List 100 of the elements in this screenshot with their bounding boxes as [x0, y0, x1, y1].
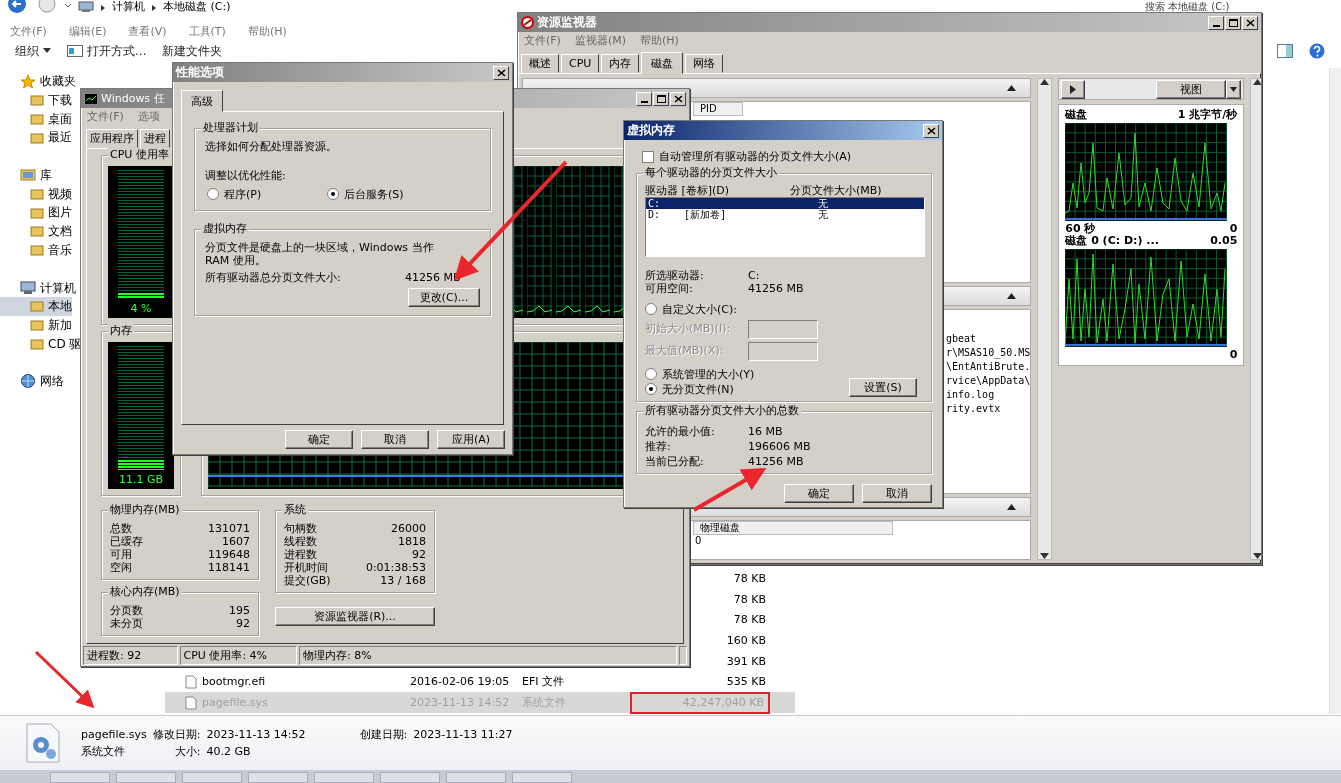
column-header[interactable]: PID	[693, 102, 743, 117]
tab[interactable]: 高级	[181, 90, 223, 113]
sidebar-item[interactable]: 新加	[0, 315, 72, 335]
down-arrow-icon	[1040, 553, 1050, 559]
radio-button[interactable]	[645, 368, 657, 381]
scrollbar[interactable]	[1329, 68, 1341, 714]
sidebar-item[interactable]: 库	[0, 165, 52, 185]
checkbox[interactable]	[642, 150, 654, 163]
tab[interactable]: 磁盘	[641, 52, 684, 75]
minimize-button[interactable]	[1208, 15, 1224, 30]
group-title: 处理器计划	[201, 121, 260, 135]
menu-item[interactable]: 帮助(H)	[247, 25, 287, 39]
sidebar-item[interactable]: 收藏夹	[0, 72, 76, 91]
close-button[interactable]	[923, 123, 939, 138]
file-row[interactable]: bootmgr.efi 2016-02-06 19:05 EFI 文件 535 KB	[165, 671, 795, 693]
sidebar-item[interactable]: 图片	[0, 203, 72, 222]
description: 选择如何分配处理器资源。	[205, 140, 338, 154]
dropdown-button[interactable]	[1226, 79, 1242, 99]
status-text: CPU 使用率: 4%	[179, 646, 297, 665]
file-icon	[185, 695, 197, 710]
radio-button[interactable]	[645, 383, 657, 396]
radio-button[interactable]	[207, 188, 219, 201]
dialog-button[interactable]: 取消	[361, 430, 429, 449]
menu-item[interactable]: 文件(F)	[524, 34, 561, 48]
radio-label: 后台服务(S)	[344, 186, 404, 202]
tab[interactable]: 概述	[521, 54, 559, 74]
dialog-button[interactable]: 取消	[862, 483, 932, 503]
close-button[interactable]	[493, 65, 509, 80]
sidebar-item[interactable]: CD 驱	[0, 334, 82, 354]
system-value: 92	[412, 548, 426, 562]
file-path: gbeat	[946, 332, 977, 347]
maximize-button[interactable]	[1225, 15, 1241, 30]
file-icon	[185, 674, 197, 689]
dialog-button[interactable]: 确定	[285, 430, 353, 449]
toolbar-button[interactable]: 新建文件夹	[161, 41, 224, 62]
sidebar-item[interactable]: 桌面	[0, 109, 72, 129]
menu-item[interactable]: 文件(F)	[87, 110, 124, 124]
sidebar-item[interactable]: 网络	[0, 372, 64, 391]
breadcrumb-item[interactable]: 计算机	[112, 0, 145, 14]
radio-button[interactable]	[645, 303, 657, 316]
drive-row[interactable]: D: [新加卷] 无	[646, 209, 924, 221]
close-icon	[1245, 18, 1255, 27]
toolbar-button[interactable]: 打开方式...	[66, 41, 148, 62]
scrollbar[interactable]	[1250, 78, 1261, 560]
window-title: Windows 任	[101, 91, 165, 106]
tab[interactable]: CPU	[561, 54, 600, 74]
sidebar-item[interactable]: 音乐	[0, 240, 72, 260]
graph-time: 60 秒	[1065, 223, 1096, 236]
sidebar-item[interactable]: 本地	[0, 297, 72, 316]
sidebar-item[interactable]: 下载	[0, 90, 72, 110]
memory-reading: 11.1 GB	[118, 473, 164, 487]
breadcrumb-item[interactable]: 本地磁盘 (C:)	[163, 0, 231, 14]
scrollbar[interactable]	[1037, 78, 1053, 560]
menu-item[interactable]: 帮助(H)	[640, 34, 679, 48]
sidebar-item[interactable]: 最近	[0, 128, 72, 147]
minimize-button[interactable]	[636, 91, 652, 106]
menu-item[interactable]: 工具(T)	[188, 25, 226, 39]
maximize-button[interactable]	[653, 91, 669, 106]
change-button[interactable]: 更改(C)...	[408, 288, 480, 308]
close-button[interactable]	[670, 91, 686, 106]
caret-icon	[1230, 87, 1238, 93]
menu-item[interactable]: 编辑(E)	[68, 25, 107, 39]
settings-button[interactable]: 设置(S)	[849, 377, 917, 397]
menu-item[interactable]: 监视器(M)	[574, 34, 626, 48]
tab[interactable]: 进程	[140, 129, 170, 149]
radio-label: 系统管理的大小(Y)	[662, 366, 755, 382]
tab[interactable]: 内存	[601, 54, 640, 74]
dialog-button[interactable]: 确定	[784, 483, 854, 503]
expand-button[interactable]	[1061, 79, 1086, 99]
sidebar-item[interactable]: 计算机	[0, 278, 76, 298]
file-type: EFI 文件	[522, 675, 566, 689]
radio-button[interactable]	[327, 188, 339, 201]
sidebar-item[interactable]: 文档	[0, 222, 72, 241]
memory-value: 131071	[208, 522, 250, 536]
memory-value: 119648	[208, 548, 250, 562]
detail-label: 创建日期:	[359, 728, 408, 742]
window-title: 资源监视器	[537, 15, 597, 30]
table-cell: 0	[695, 535, 702, 547]
view-button[interactable]: 视图	[1156, 79, 1227, 99]
menu-item[interactable]: 文件(F)	[10, 25, 47, 39]
close-button[interactable]	[1242, 15, 1258, 30]
memory-label: 已缓存	[110, 535, 143, 549]
dialog-button[interactable]: 应用(A)	[437, 430, 505, 449]
toolbar-button[interactable]: 组织	[14, 41, 52, 62]
tab[interactable]: 应用程序	[86, 129, 138, 149]
tab[interactable]: 网络	[685, 54, 724, 74]
group-title: 核心内存(MB)	[108, 585, 182, 599]
file-path: rity.evtx	[946, 402, 1001, 417]
menu-item[interactable]: 查看(V)	[128, 25, 167, 39]
group-title: 每个驱动器的分页文件大小	[643, 166, 779, 180]
resource-monitor-button[interactable]: 资源监视器(R)...	[275, 607, 435, 627]
info-label: 推荐:	[645, 438, 672, 454]
info-label: 当前已分配:	[645, 453, 705, 469]
drive-row[interactable]: C: 无	[646, 198, 924, 210]
group-title: CPU 使用率	[108, 148, 171, 162]
sidebar-item[interactable]: 视频	[0, 184, 72, 204]
column-header[interactable]: 物理磁盘	[693, 521, 893, 536]
menu-item[interactable]: 选项	[137, 110, 160, 124]
folder-icon	[30, 318, 44, 333]
caret-icon	[43, 48, 51, 55]
